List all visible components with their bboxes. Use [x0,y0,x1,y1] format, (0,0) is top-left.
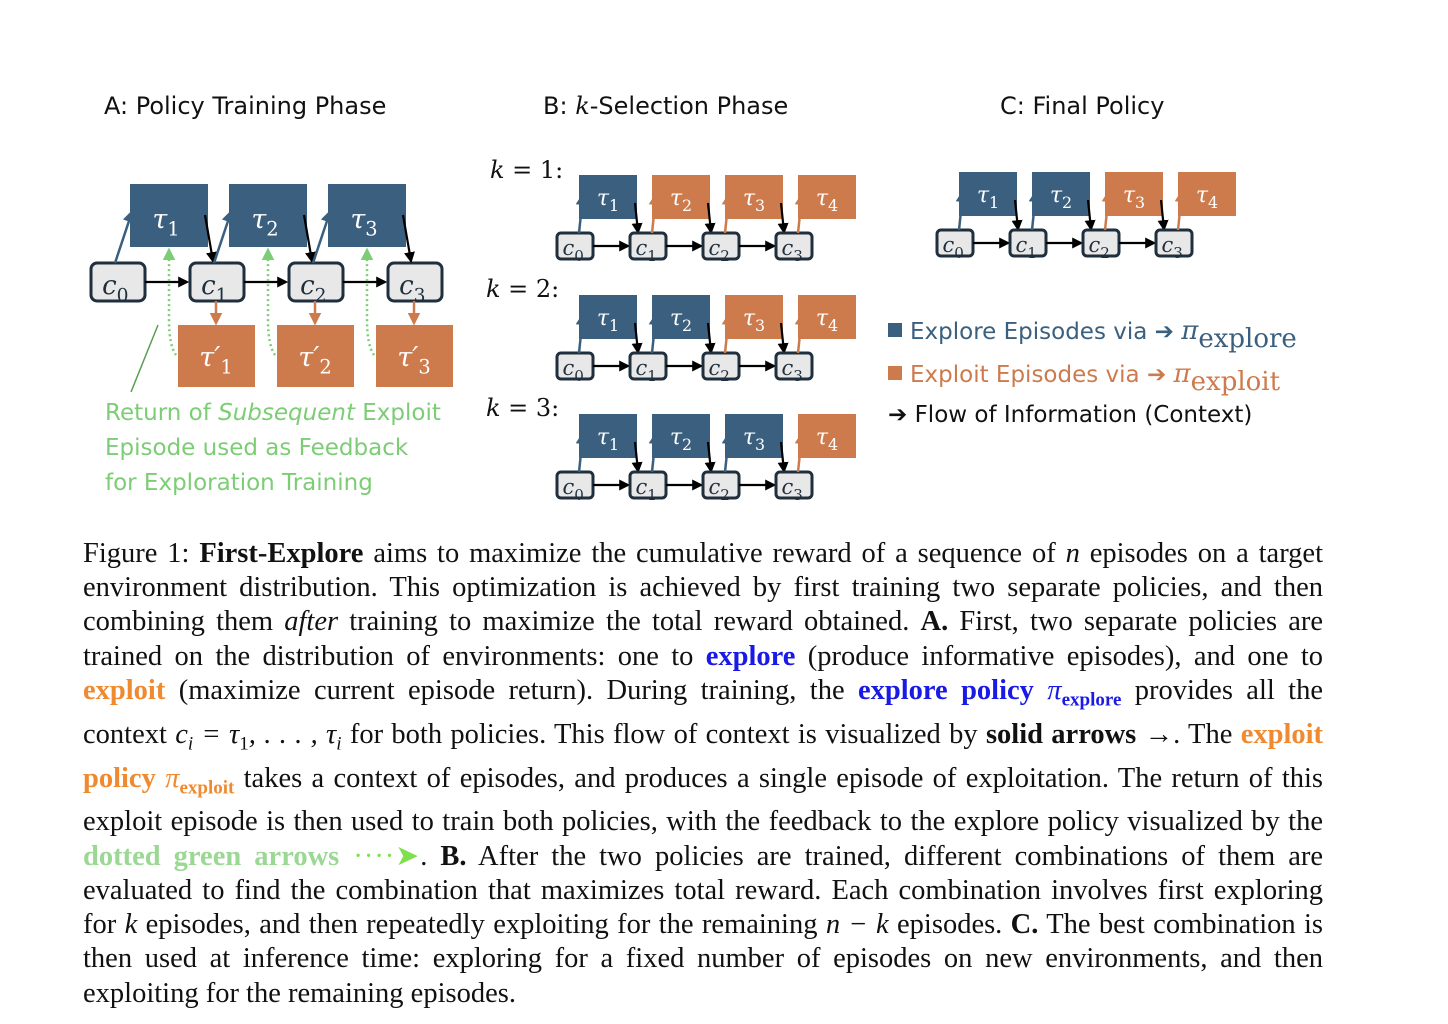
feedback-note-line-3: for Exploration Training [105,470,373,496]
caption-text: aims to maximize the cumulative reward o… [363,538,1066,569]
a-note-pointer-line [130,324,159,393]
note-text: Return of [105,400,219,426]
a-explore-policy-arrow-icon [212,209,234,264]
caption-math: n [1065,538,1080,569]
panel-b-diagram: τ1c0τ2c1τ3c2τ4c3τ1c0τ2c1τ3c2τ4c3τ1c0τ2c1… [555,175,856,504]
panel-a-diagram: c0 c1 c2 c3τ1τ′1τ2τ′2τ3τ′3 [89,184,453,393]
caption-pi-exploit: πexploit [165,762,234,799]
legend-pi: π [1173,359,1191,389]
legend-flow: ➔ Flow of Information (Context) [888,402,1253,428]
c-info-arrow-icon [1157,199,1169,232]
b-row-2-info-arrow-icon [704,322,716,355]
caption-math: k [124,909,138,941]
c-info-arrow-icon [1011,199,1023,232]
figure-caption: Figure 1: First-Explore aims to maximize… [83,537,1323,1011]
legend-explore: Explore Episodes via ➔ πexplore [888,316,1297,354]
caption-pi-explore: πexplore [1047,674,1121,711]
caption-math: π [165,762,180,794]
caption-math: , . . . , τ [248,718,337,750]
b-row-1-info-arrow-icon [704,202,716,235]
caption-text: (produce informative episodes), and one … [795,640,1323,672]
dotted-arrow-icon: ····➤ [339,840,421,872]
legend-exploit: Exploit Episodes via ➔ πexploit [888,359,1280,397]
caption-text: episodes. [888,909,1011,941]
caption-fig-label: Figure 1: [83,538,200,569]
legend-explore-text: Explore Episodes via ➔ [910,319,1182,345]
b-row-2-info-arrow-icon [777,322,789,355]
caption-bold: solid arrows → [985,718,1174,750]
caption-bold: A. [920,606,949,638]
feedback-note-line-1: Return of Subsequent Exploit [105,396,485,431]
caption-bold: C. [1010,909,1039,941]
b-row-2-info-arrow-icon [631,322,643,355]
caption-text: . The [1173,718,1241,750]
a-explore-policy-arrow-icon [113,209,135,264]
legend-pi-sub: explore [1198,324,1297,354]
c-info-arrow-icon [1084,199,1096,232]
note-italic: Subsequent [218,400,355,426]
legend-pi-sub: exploit [1190,367,1281,397]
caption-text: (maximize current episode return). Durin… [165,674,858,706]
a-explore-policy-arrow-icon [311,209,333,264]
caption-italic: after [284,606,339,638]
panel-c-diagram: τ1c0τ2c1τ3c2τ4c3 [935,172,1236,262]
caption-text: . [420,840,441,872]
caption-text: for both policies. This flow of context … [341,718,986,750]
exploit-swatch-icon [888,366,902,380]
caption-text: takes a context of episodes, and produce… [83,762,1323,838]
caption-text: episodes, and then repeatedly exploiting… [137,909,826,941]
a-feedback-arrow-icon [360,247,376,356]
b-row-1-info-arrow-icon [631,202,643,235]
caption-text: training to maximize the total reward ob… [338,606,921,638]
legend-pi: π [1181,316,1199,346]
caption-math-sub: explore [1061,689,1122,711]
a-feedback-arrow-icon [261,247,277,356]
b-row-3-info-arrow-icon [631,441,643,474]
explore-swatch-icon [888,323,902,337]
b-row-1-info-arrow-icon [777,202,789,235]
caption-math-sub: 1 [239,733,249,755]
b-row-3-info-arrow-icon [777,441,789,474]
caption-math: n − k [825,909,889,941]
caption-math: π [1047,674,1062,706]
caption-dotted-highlight: dotted green arrows [83,840,340,872]
a-feedback-arrow-icon [162,247,178,356]
caption-exploit-highlight: exploit [83,674,166,706]
note-text: Exploit [354,400,441,426]
caption-math: c [175,718,188,750]
caption-explore-policy: explore policy [857,674,1034,706]
b-row-3-info-arrow-icon [704,441,716,474]
caption-bold: B. [440,840,467,872]
caption-math: = τ [193,718,240,750]
feedback-note-line-2: Episode used as Feedback [105,435,409,461]
caption-math-sub: exploit [179,777,235,799]
feedback-note: Return of Subsequent Exploit Episode use… [105,396,485,501]
caption-method-name: First-Explore [199,538,364,569]
legend-exploit-text: Exploit Episodes via ➔ [910,362,1174,388]
caption-explore-highlight: explore [705,640,796,672]
